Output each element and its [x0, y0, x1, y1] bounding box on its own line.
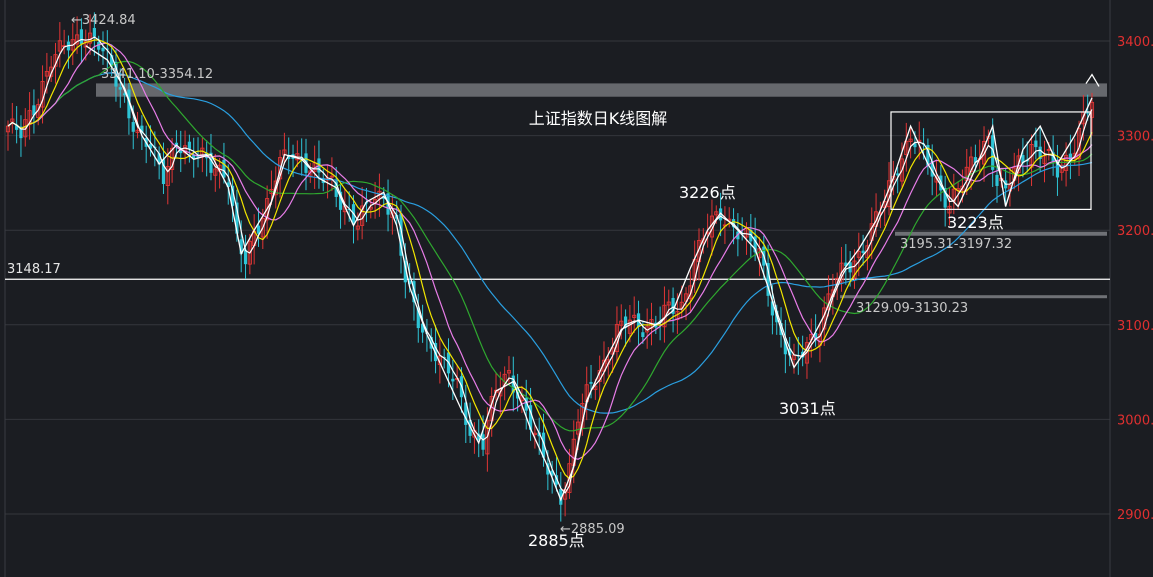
support-zone-label: 3129.09-3130.23 [856, 301, 968, 316]
support-zone-label: 3195.31-3197.32 [900, 237, 1012, 252]
candle-body-down [995, 174, 999, 186]
high-price-label: ←3424.84 [71, 13, 136, 28]
y-tick-label: 3300. [1117, 130, 1153, 145]
candle-body-down [1034, 140, 1038, 148]
candle-body-down [589, 381, 593, 384]
support-zone-band [840, 295, 1107, 299]
y-tick-label: 3100. [1117, 319, 1153, 334]
candle-body-down [451, 378, 455, 382]
kline-chart: 3400.3300.3200.3100.3000.2900. ←3424.84←… [0, 0, 1153, 577]
candle-body-down [101, 47, 105, 52]
y-tick-label: 3400. [1117, 35, 1153, 50]
candle-body-down [861, 250, 865, 254]
candle-body-down [187, 141, 191, 149]
chart-title: 上证指数日K线图解 [529, 109, 668, 128]
candle-body-down [641, 332, 645, 338]
chart-area: 3400. 3300. 3200. 3100. 3000. 2900. ←3424.84 ←… [0, 0, 1153, 577]
candle-body-down [92, 27, 96, 37]
resistance-zone-label: 3341.10-3354.12 [101, 67, 213, 82]
y-tick-label: 3200. [1117, 224, 1153, 239]
candle-body-down [222, 159, 226, 178]
trough-label: 3031点 [779, 399, 836, 418]
candle-body-down [1086, 112, 1090, 114]
resistance-zone-band [96, 83, 1107, 97]
candle-body-down [79, 29, 84, 45]
y-tick-label: 3000. [1117, 413, 1153, 428]
box-low-label: 3223点 [947, 213, 1004, 232]
y-tick-label: 2900. [1117, 508, 1153, 523]
candle-body-down [131, 122, 135, 132]
bottom-label: 2885点 [528, 531, 585, 550]
peak-label: 3226点 [679, 183, 736, 202]
support-zone-band [895, 231, 1107, 236]
candle-body-down [481, 434, 485, 450]
reference-line-label: 3148.17 [7, 262, 61, 277]
candle-body-down [118, 87, 122, 90]
